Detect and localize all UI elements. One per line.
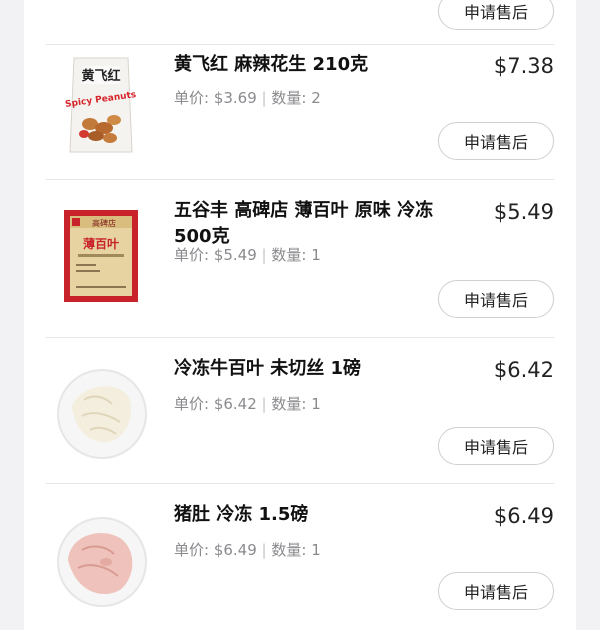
spicy-peanuts-bag-image: 黄飞红 Spicy Peanuts	[46, 52, 156, 162]
product-price: $6.42	[493, 358, 554, 382]
pkg-brand: 黄飞红	[81, 68, 120, 84]
pkg-brand: 高碑店	[92, 218, 116, 228]
tofu-sheet-package-image: 高碑店 薄百叶	[46, 198, 156, 308]
meta-separator: |	[261, 246, 267, 264]
meta-separator: |	[261, 395, 267, 413]
product-thumbnail[interactable]: 高碑店 薄百叶	[46, 198, 156, 308]
order-item: 猪肚 冷冻 1.5磅 $6.49 单价: $6.49 | 数量: 1 申请售后	[46, 484, 554, 630]
quantity: 数量: 1	[271, 541, 321, 559]
product-price: $6.49	[493, 504, 554, 528]
request-after-sales-button[interactable]: 申请售后	[438, 572, 554, 610]
unit-price: 单价: $6.49	[174, 541, 257, 559]
product-thumbnail[interactable]	[46, 502, 156, 612]
order-item: 黄飞红 Spicy Peanuts 黄飞红 麻辣花生 210克 $7.38 单价…	[46, 34, 554, 180]
product-meta: 单价: $6.49 | 数量: 1	[174, 539, 321, 560]
product-meta: 单价: $5.49 | 数量: 1	[174, 244, 321, 265]
unit-price: 单价: $6.42	[174, 395, 257, 413]
request-after-sales-button[interactable]: 申请售后	[438, 0, 554, 30]
order-item: 冷冻牛百叶 未切丝 1磅 $6.42 单价: $6.42 | 数量: 1 申请售…	[46, 338, 554, 484]
request-after-sales-button[interactable]: 申请售后	[438, 280, 554, 318]
order-items-card: 申请售后 黄飞红 Spicy Peanuts 黄飞红 麻辣花生 210克 $7.…	[24, 0, 576, 630]
quantity: 数量: 2	[271, 89, 321, 107]
product-meta: 单价: $6.42 | 数量: 1	[174, 393, 321, 414]
meta-separator: |	[261, 89, 267, 107]
request-after-sales-button[interactable]: 申请售后	[438, 427, 554, 465]
product-price: $7.38	[493, 54, 554, 78]
pkg-label: 薄百叶	[83, 236, 119, 251]
product-thumbnail[interactable]: 黄飞红 Spicy Peanuts	[46, 52, 156, 162]
product-price: $5.49	[493, 200, 554, 224]
product-title[interactable]: 黄飞红 麻辣花生 210克	[174, 52, 450, 78]
quantity: 数量: 1	[271, 246, 321, 264]
unit-price: 单价: $5.49	[174, 246, 257, 264]
pork-stomach-plate-image	[46, 502, 156, 612]
request-after-sales-button[interactable]: 申请售后	[438, 122, 554, 160]
meta-separator: |	[261, 541, 267, 559]
order-item: 高碑店 薄百叶 五谷丰 高碑店 薄百叶 原味 冷冻 500克 $5.49 单价:…	[46, 180, 554, 338]
product-title[interactable]: 五谷丰 高碑店 薄百叶 原味 冷冻 500克	[174, 198, 450, 250]
unit-price: 单价: $3.69	[174, 89, 257, 107]
product-title[interactable]: 冷冻牛百叶 未切丝 1磅	[174, 356, 450, 382]
product-meta: 单价: $3.69 | 数量: 2	[174, 87, 321, 108]
product-title[interactable]: 猪肚 冷冻 1.5磅	[174, 502, 450, 528]
beef-tripe-plate-image	[46, 356, 156, 466]
product-thumbnail	[46, 0, 156, 10]
product-package-image	[46, 0, 156, 10]
product-thumbnail[interactable]	[46, 356, 156, 466]
quantity: 数量: 1	[271, 395, 321, 413]
